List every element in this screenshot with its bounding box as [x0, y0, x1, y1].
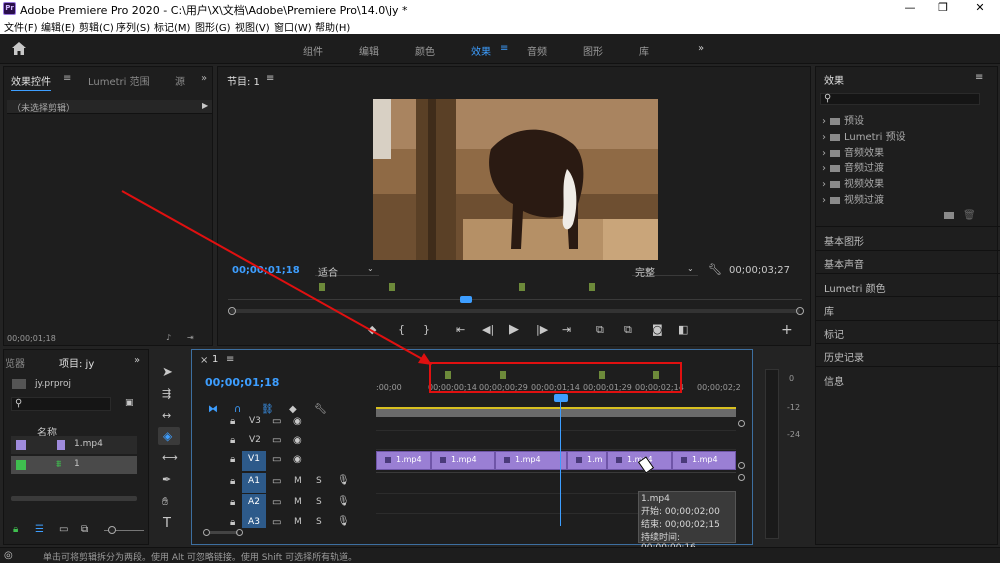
chevron-right-icon: › — [822, 116, 826, 127]
effects-menu-icon[interactable]: ≡ — [975, 72, 983, 83]
chevron-right-icon: › — [822, 195, 826, 206]
folder-label: 视频过渡 — [844, 195, 884, 206]
effects-panel-title[interactable]: 效果 — [824, 72, 844, 87]
chevron-right-icon: › — [822, 163, 826, 174]
meter-label: -24 — [787, 430, 801, 439]
new-bin-icon[interactable] — [944, 212, 954, 219]
effects-search-input[interactable]: ⚲ — [820, 93, 980, 105]
meter-label: 0 — [789, 374, 795, 383]
chevron-right-icon: › — [822, 132, 826, 143]
effects-folder[interactable]: › 预设 — [822, 112, 864, 127]
folder-icon — [830, 149, 840, 157]
folder-icon — [830, 117, 840, 125]
folder-icon — [830, 180, 840, 188]
effects-folder[interactable]: › 视频过渡 — [822, 191, 884, 206]
section-essential-graphics[interactable]: 基本图形 — [824, 233, 864, 248]
section-lumetri-color[interactable]: Lumetri 颜色 — [824, 280, 886, 295]
status-bar: ◎ 单击可将剪辑拆分为两段。使用 Alt 可忽略链接。使用 Shift 可选择所… — [0, 547, 1000, 563]
section-essential-sound[interactable]: 基本声音 — [824, 256, 864, 271]
folder-label: 音频效果 — [844, 148, 884, 159]
effects-folder[interactable]: › 音频效果 — [822, 144, 884, 159]
effects-folder[interactable]: › 音频过渡 — [822, 159, 884, 174]
section-libraries[interactable]: 库 — [824, 303, 834, 318]
audio-meter — [765, 369, 779, 539]
chevron-right-icon: › — [822, 148, 826, 159]
meter-label: -12 — [787, 403, 801, 412]
audio-meters-panel: 0 -12 -24 — [756, 349, 812, 545]
search-icon: ⚲ — [824, 93, 832, 104]
section-info[interactable]: 信息 — [824, 373, 844, 388]
folder-label: Lumetri 预设 — [844, 132, 906, 143]
trash-icon[interactable]: 🗑︎ — [963, 210, 976, 221]
folder-icon — [830, 133, 840, 141]
section-markers[interactable]: 标记 — [824, 326, 844, 341]
effects-folder[interactable]: › 视频效果 — [822, 175, 884, 190]
folder-icon — [830, 196, 840, 204]
folder-label: 预设 — [844, 116, 864, 127]
folder-label: 音频过渡 — [844, 163, 884, 174]
status-text: 单击可将剪辑拆分为两段。使用 Alt 可忽略链接。使用 Shift 可选择所有轨… — [43, 553, 358, 563]
chevron-right-icon: › — [822, 179, 826, 190]
folder-label: 视频效果 — [844, 179, 884, 190]
folder-icon — [830, 164, 840, 172]
effects-folder[interactable]: › Lumetri 预设 — [822, 128, 906, 143]
status-icon: ◎ — [4, 550, 13, 561]
section-history[interactable]: 历史记录 — [824, 349, 864, 364]
